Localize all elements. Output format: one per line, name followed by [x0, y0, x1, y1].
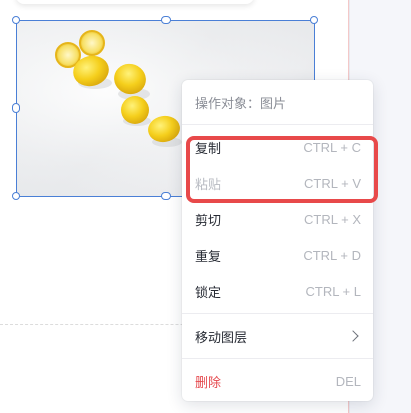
menu-item-label: 锁定: [195, 285, 222, 301]
menu-separator: [182, 124, 373, 125]
context-menu: 操作对象：图片 复制 CTRL + C 粘贴 CTRL + V 剪切 CTRL …: [182, 80, 373, 401]
chevron-right-icon: [347, 330, 359, 342]
menu-item-label: 粘贴: [195, 177, 222, 193]
menu-item-label: 复制: [195, 141, 222, 157]
menu-item-label: 移动图层: [195, 330, 248, 346]
top-card: [16, 0, 254, 4]
menu-item-copy[interactable]: 复制 CTRL + C: [182, 129, 373, 165]
menu-item-label: 重复: [195, 249, 222, 265]
menu-item-label: 剪切: [195, 213, 222, 229]
resize-handle-bottom-left[interactable]: [12, 192, 20, 200]
menu-separator: [182, 313, 373, 314]
menu-separator: [182, 358, 373, 359]
menu-item-shortcut: DEL: [335, 373, 361, 389]
menu-item-move-layer[interactable]: 移动图层: [182, 318, 373, 354]
menu-item-delete[interactable]: 删除 DEL: [182, 363, 373, 399]
resize-handle-left[interactable]: [12, 103, 20, 113]
menu-item-shortcut: CTRL + V: [304, 175, 361, 191]
menu-item-duplicate[interactable]: 重复 CTRL + D: [182, 237, 373, 273]
menu-item-shortcut: CTRL + C: [303, 139, 361, 155]
resize-handle-top-left[interactable]: [12, 16, 20, 24]
resize-handle-bottom[interactable]: [161, 192, 171, 200]
menu-item-shortcut: CTRL + L: [305, 283, 361, 299]
menu-item-cut[interactable]: 剪切 CTRL + X: [182, 201, 373, 237]
menu-item-shortcut: CTRL + D: [303, 247, 361, 263]
menu-header: 操作对象：图片: [195, 97, 287, 112]
menu-item-label: 删除: [195, 375, 222, 391]
menu-item-lock[interactable]: 锁定 CTRL + L: [182, 273, 373, 309]
menu-item-paste[interactable]: 粘贴 CTRL + V: [182, 165, 373, 201]
menu-item-shortcut: CTRL + X: [304, 211, 361, 227]
resize-handle-top-right[interactable]: [310, 16, 318, 24]
resize-handle-top[interactable]: [161, 16, 171, 24]
